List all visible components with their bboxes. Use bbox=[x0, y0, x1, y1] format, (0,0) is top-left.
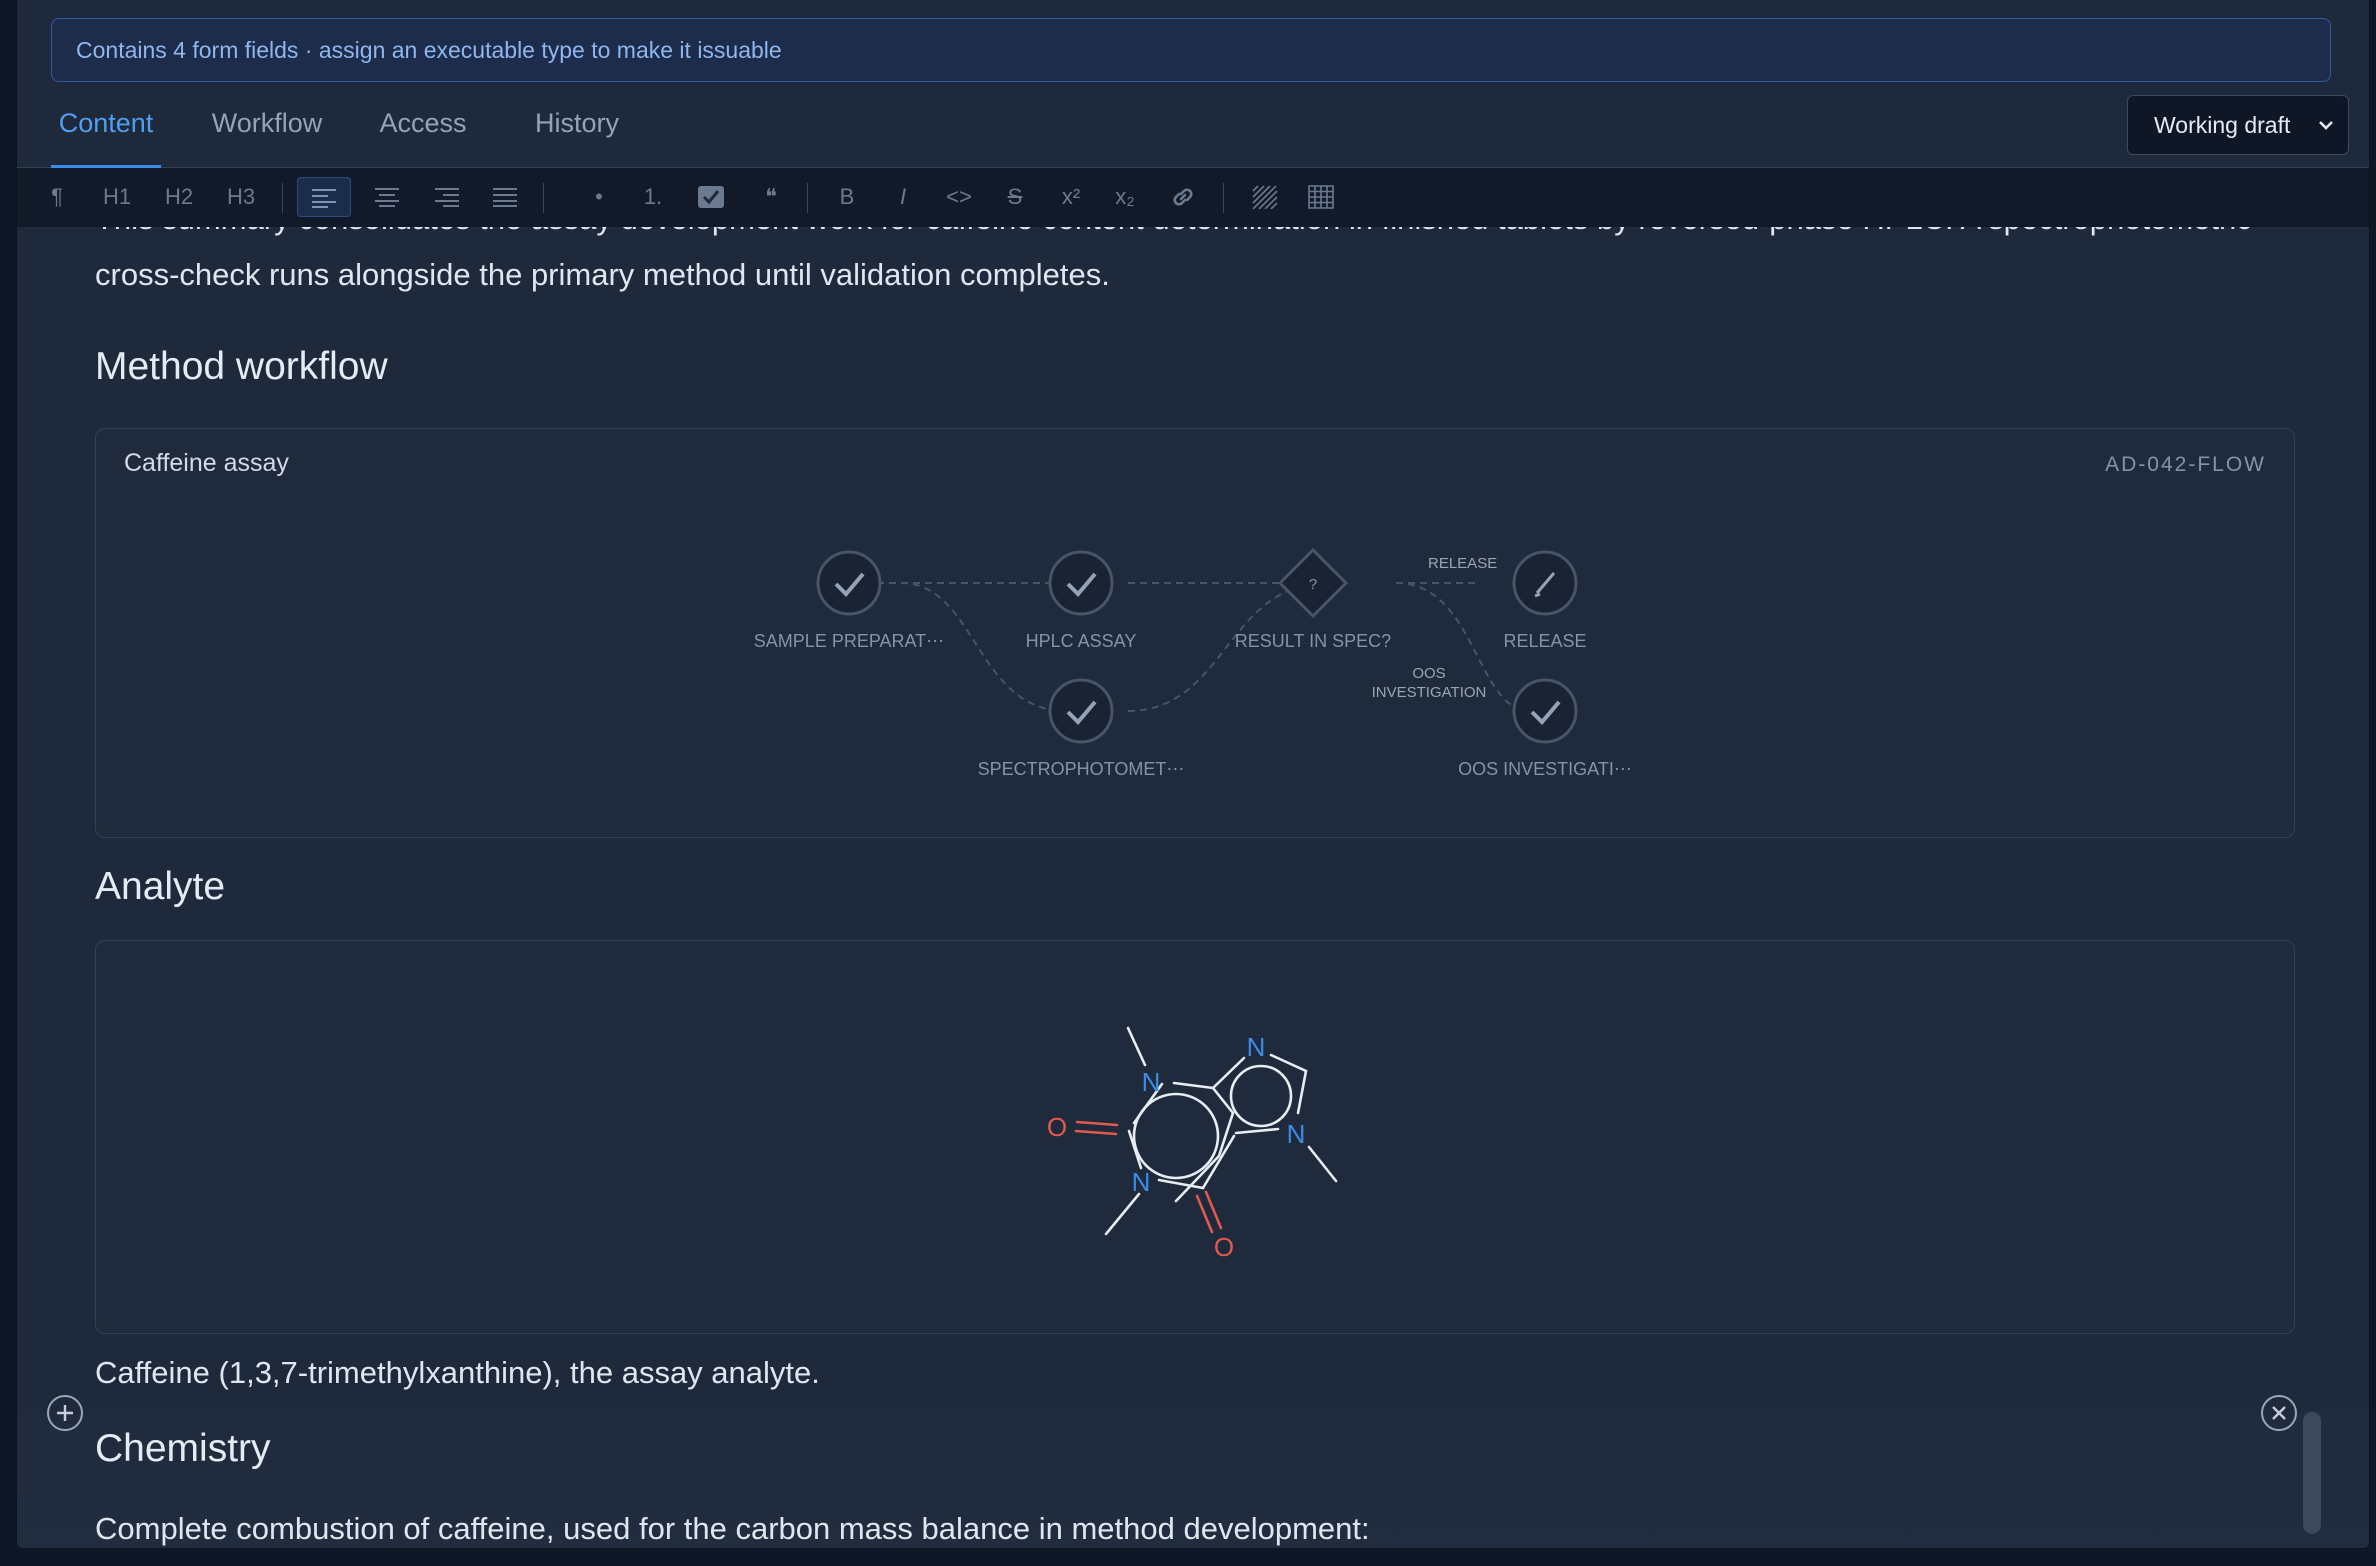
node-label-hplc: HPLC ASSAY bbox=[1026, 631, 1137, 651]
node-sample-preparation[interactable] bbox=[816, 550, 882, 616]
node-spectrophotometry[interactable] bbox=[1048, 678, 1114, 744]
atom-n4: N bbox=[1132, 1167, 1151, 1197]
version-select-value: Working draft bbox=[2154, 111, 2291, 138]
version-select[interactable]: Working draft bbox=[2127, 95, 2349, 155]
atom-o1: O bbox=[1047, 1112, 1067, 1142]
hatch-fill-button[interactable] bbox=[1245, 177, 1285, 217]
align-justify-icon bbox=[493, 188, 517, 207]
caffeine-structure-diagram: N N N N O O bbox=[1047, 1026, 1338, 1262]
remove-block-button[interactable] bbox=[2261, 1395, 2297, 1431]
heading1-button[interactable]: H1 bbox=[97, 177, 137, 217]
tab-history[interactable]: History bbox=[527, 96, 627, 168]
node-label-spectro: SPECTROPHOTOMET⋯ bbox=[978, 759, 1185, 779]
node-label-sample: SAMPLE PREPARAT⋯ bbox=[754, 631, 944, 651]
checklist-icon bbox=[698, 186, 724, 208]
intro-paragraph-line-1: This summary consolidates the assay deve… bbox=[95, 227, 2252, 247]
italic-button[interactable]: I bbox=[883, 177, 923, 217]
decision-mark: ? bbox=[1309, 576, 1317, 593]
add-block-button[interactable] bbox=[47, 1395, 83, 1431]
workflow-card: Caffeine assay AD-042-FLOW RELEASE OOS I… bbox=[95, 428, 2295, 838]
edge-label-release: RELEASE bbox=[1428, 555, 1497, 572]
chemistry-paragraph: Complete combustion of caffeine, used fo… bbox=[95, 1511, 1370, 1546]
paragraph-button[interactable]: ¶ bbox=[37, 177, 77, 217]
bullet-list-button[interactable]: • bbox=[579, 177, 619, 217]
align-right-icon bbox=[435, 188, 459, 207]
atom-n2: N bbox=[1247, 1032, 1266, 1062]
bold-button[interactable]: B bbox=[827, 177, 867, 217]
atom-o2: O bbox=[1214, 1232, 1234, 1262]
node-label-decision: RESULT IN SPEC? bbox=[1235, 631, 1391, 651]
document-body: This summary consolidates the assay deve… bbox=[17, 227, 2369, 1548]
hatch-pattern-icon bbox=[1252, 185, 1278, 209]
heading2-button[interactable]: H2 bbox=[159, 177, 199, 217]
table-grid-icon bbox=[1308, 185, 1334, 209]
edge-label-oos-2: INVESTIGATION bbox=[1372, 684, 1487, 701]
workflow-diagram: RELEASE OOS INVESTIGATION ? SAMPLE PREPA… bbox=[754, 547, 1632, 779]
tab-bar: Content Workflow Access History Working … bbox=[17, 95, 2369, 168]
node-release[interactable] bbox=[1512, 550, 1578, 616]
align-left-button[interactable] bbox=[297, 177, 351, 217]
align-right-button[interactable] bbox=[427, 177, 467, 217]
heading-method-workflow: Method workflow bbox=[95, 345, 388, 388]
form-fields-banner: Contains 4 form fields · assign an execu… bbox=[51, 18, 2331, 82]
tab-workflow[interactable]: Workflow bbox=[207, 96, 327, 168]
atom-n1: N bbox=[1142, 1067, 1161, 1097]
insert-table-button[interactable] bbox=[1301, 177, 1341, 217]
inline-code-button[interactable]: <> bbox=[939, 177, 979, 217]
blockquote-button[interactable]: ❝ bbox=[751, 177, 791, 217]
vertical-scrollbar-thumb[interactable] bbox=[2303, 1412, 2321, 1534]
formatting-toolbar: ¶ H1 H2 H3 • 1. ❝ B I <> S x² x₂ bbox=[17, 168, 2369, 227]
atom-n3: N bbox=[1287, 1119, 1306, 1149]
analyte-structure-card: N N N N O O bbox=[95, 940, 2295, 1334]
align-justify-button[interactable] bbox=[485, 177, 525, 217]
toolbar-divider bbox=[282, 183, 283, 213]
link-button[interactable] bbox=[1163, 177, 1203, 217]
intro-paragraph-line-2: cross-check runs alongside the primary m… bbox=[95, 257, 1110, 292]
tab-access[interactable]: Access bbox=[373, 96, 473, 168]
toolbar-divider bbox=[543, 183, 544, 213]
analyte-caption: Caffeine (1,3,7-trimethylxanthine), the … bbox=[95, 1355, 820, 1390]
align-center-icon bbox=[375, 188, 399, 207]
ordered-list-button[interactable]: 1. bbox=[633, 177, 673, 217]
superscript-button[interactable]: x² bbox=[1051, 177, 1091, 217]
checklist-button[interactable] bbox=[691, 177, 731, 217]
plus-icon bbox=[57, 1405, 73, 1421]
heading3-button[interactable]: H3 bbox=[221, 177, 261, 217]
toolbar-divider bbox=[1223, 183, 1224, 213]
heading-analyte: Analyte bbox=[95, 865, 226, 908]
node-oos-investigation[interactable] bbox=[1512, 678, 1578, 744]
tab-content[interactable]: Content bbox=[51, 96, 161, 168]
link-icon bbox=[1173, 188, 1193, 206]
banner-text: Contains 4 form fields · assign an execu… bbox=[76, 36, 782, 63]
strikethrough-button[interactable]: S bbox=[995, 177, 1035, 217]
heading-chemistry: Chemistry bbox=[95, 1427, 271, 1470]
align-center-button[interactable] bbox=[367, 177, 407, 217]
editor-panel: Contains 4 form fields · assign an execu… bbox=[16, 0, 2370, 1549]
toolbar-divider bbox=[807, 183, 808, 213]
edge-label-oos-1: OOS bbox=[1412, 665, 1445, 682]
node-hplc-assay[interactable] bbox=[1048, 550, 1114, 616]
aromatic-ring-5 bbox=[1229, 1064, 1293, 1128]
close-icon bbox=[2272, 1406, 2286, 1420]
subscript-button[interactable]: x₂ bbox=[1105, 177, 1145, 217]
node-label-oos: OOS INVESTIGATI⋯ bbox=[1458, 759, 1632, 779]
node-label-release: RELEASE bbox=[1503, 631, 1586, 651]
chevron-down-icon bbox=[2319, 121, 2333, 130]
align-left-icon bbox=[312, 189, 336, 208]
